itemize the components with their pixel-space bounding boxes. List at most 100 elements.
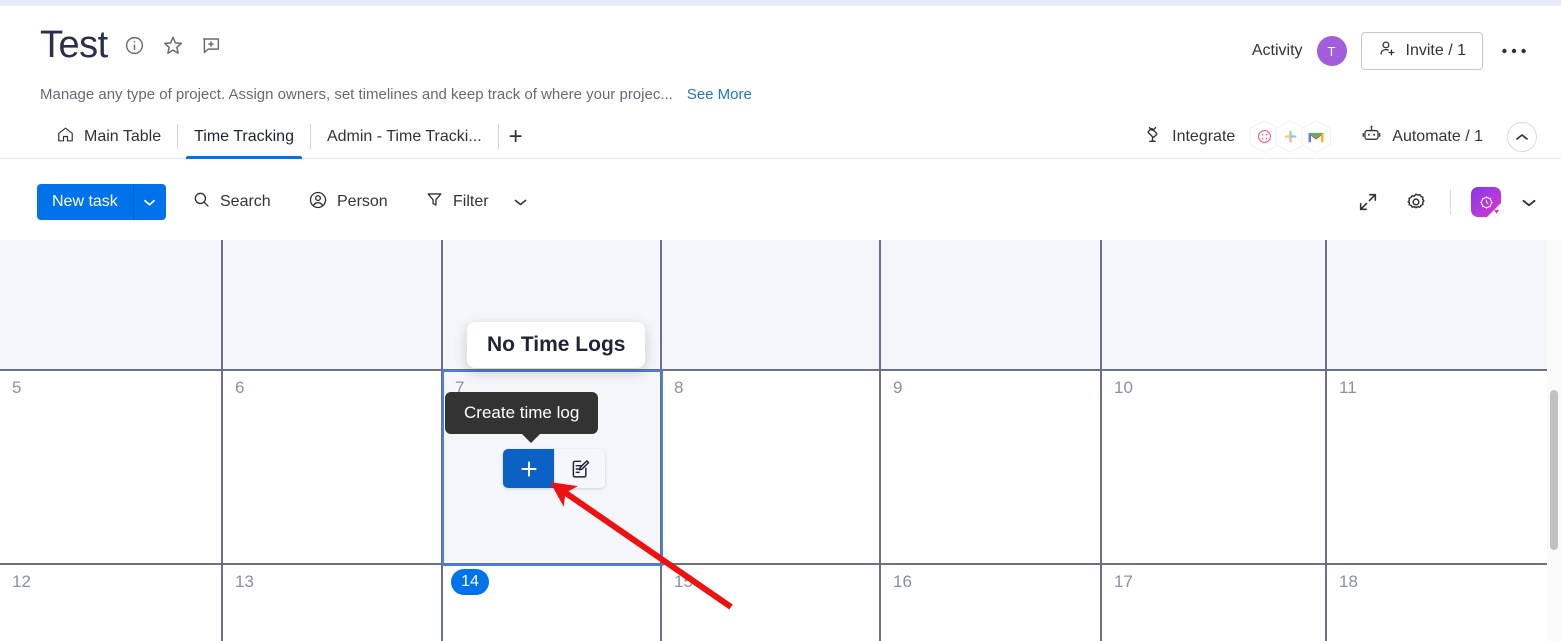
- edit-time-log-button[interactable]: [554, 449, 605, 488]
- person-icon: [308, 190, 328, 215]
- automate-button[interactable]: Automate / 1: [1361, 124, 1483, 150]
- calendar-day-number: 5: [12, 378, 22, 397]
- tab-label: Admin - Time Tracki...: [326, 127, 482, 145]
- header-actions: Activity T Invite / 1: [1252, 32, 1531, 70]
- filter-icon: [425, 190, 444, 214]
- calendar-day-number: 18: [1339, 572, 1358, 591]
- calendar-week-row: 12 13 14 15 16 17 18: [0, 565, 1547, 641]
- robot-icon: [1361, 124, 1382, 150]
- subtitle-row: Manage any type of project. Assign owner…: [40, 86, 752, 103]
- add-person-icon: [1378, 39, 1397, 63]
- add-view-button[interactable]: +: [499, 114, 533, 159]
- search-button[interactable]: Search: [192, 184, 271, 220]
- search-icon: [192, 190, 211, 214]
- calendar-cell-11[interactable]: 11: [1327, 371, 1547, 565]
- calendar-cell[interactable]: [223, 240, 443, 371]
- filter-button[interactable]: Filter: [425, 184, 489, 220]
- calendar-cell[interactable]: [881, 240, 1102, 371]
- tab-label: Time Tracking: [194, 127, 294, 145]
- calendar-day-number: 15: [674, 572, 693, 591]
- gmail-icon[interactable]: [1301, 120, 1332, 153]
- view-tabbar: Main Table Time Tracking Admin - Time Tr…: [0, 114, 1561, 159]
- board-header: Test Manage any type of project. Assign …: [0, 6, 1561, 114]
- automate-label: Automate / 1: [1392, 127, 1483, 145]
- filter-label: Filter: [453, 193, 489, 210]
- calendar-week-row: [0, 240, 1547, 371]
- info-icon[interactable]: [124, 34, 146, 56]
- calendar-cell[interactable]: [1102, 240, 1327, 371]
- calendar-cell[interactable]: [662, 240, 881, 371]
- tab-label: Main Table: [84, 127, 162, 145]
- calendar-cell-8[interactable]: 8: [662, 371, 881, 565]
- page-title: Test: [40, 24, 108, 66]
- calendar-day-number: 11: [1339, 378, 1357, 397]
- gear-icon[interactable]: [1402, 188, 1430, 216]
- calendar-day-number: 17: [1114, 572, 1133, 591]
- board-description: Manage any type of project. Assign owner…: [40, 86, 673, 103]
- no-time-logs-tooltip: No Time Logs: [467, 322, 646, 368]
- tab-main-table[interactable]: Main Table: [40, 114, 177, 159]
- calendar-day-number: 16: [893, 572, 912, 591]
- filter-chevron-down-icon[interactable]: [513, 184, 528, 220]
- avatar[interactable]: T: [1316, 36, 1347, 66]
- invite-button[interactable]: Invite / 1: [1360, 32, 1483, 70]
- tab-admin-time-tracking[interactable]: Admin - Time Tracki...: [311, 114, 498, 159]
- toolbar-right-actions: ♥: [1354, 184, 1537, 220]
- calendar-cell-10[interactable]: 10: [1102, 371, 1327, 565]
- integrate-button[interactable]: Integrate: [1142, 124, 1235, 150]
- board-toolbar: New task Search Person Filter ♥: [0, 160, 1561, 240]
- dialpad-icon[interactable]: [1249, 120, 1280, 153]
- expand-icon[interactable]: [1354, 188, 1382, 216]
- calendar-cell[interactable]: [0, 240, 223, 371]
- new-task-button[interactable]: New task: [37, 184, 166, 220]
- calendar-cell-12[interactable]: 12: [0, 565, 223, 641]
- calendar-cell-9[interactable]: 9: [881, 371, 1102, 565]
- new-task-chevron-down-icon[interactable]: [133, 184, 166, 220]
- add-comment-icon[interactable]: [200, 34, 222, 56]
- calendar-cell-16[interactable]: 16: [881, 565, 1102, 641]
- calendar-grid: 5 6 7 8 9 10 11 12 13 14 15 16 17 18: [0, 240, 1547, 641]
- calendar-week-row: 5 6 7 8 9 10 11: [0, 370, 1547, 566]
- vertical-scrollbar[interactable]: [1547, 240, 1561, 641]
- invite-button-label: Invite / 1: [1405, 42, 1466, 59]
- create-time-log-tooltip: Create time log: [445, 392, 599, 443]
- calendar-day-number: 9: [893, 378, 903, 397]
- time-log-actions: [503, 449, 605, 488]
- chevron-up-icon[interactable]: [1507, 121, 1537, 152]
- calendar-day-number: 12: [12, 572, 31, 591]
- person-button[interactable]: Person: [308, 184, 388, 220]
- calendar-day-number: 10: [1114, 378, 1133, 397]
- calendar-cell-13[interactable]: 13: [223, 565, 443, 641]
- calendar-cell-17[interactable]: 17: [1102, 565, 1327, 641]
- calendar-cell-6[interactable]: 6: [223, 371, 443, 565]
- scrollbar-thumb[interactable]: [1550, 390, 1558, 550]
- tab-time-tracking[interactable]: Time Tracking: [178, 114, 310, 159]
- activity-label[interactable]: Activity: [1252, 42, 1303, 60]
- new-task-label: New task: [37, 184, 133, 220]
- widget-chevron-down-icon[interactable]: [1521, 197, 1537, 208]
- title-row: Test: [40, 26, 222, 64]
- integrate-label: Integrate: [1172, 127, 1236, 145]
- calendar-day-number: 13: [235, 572, 254, 591]
- create-time-log-tooltip-text: Create time log: [445, 392, 599, 434]
- view-tabs: Main Table Time Tracking Admin - Time Tr…: [40, 114, 533, 159]
- add-time-log-button[interactable]: [503, 449, 554, 488]
- tabbar-actions: Integrate Automate / 1: [1142, 114, 1537, 159]
- calendar-cell-15[interactable]: 15: [662, 565, 881, 641]
- more-options-icon[interactable]: [1497, 34, 1531, 68]
- calendar-cell-14-today[interactable]: 14: [443, 565, 662, 641]
- slack-icon[interactable]: [1275, 120, 1306, 153]
- see-more-link[interactable]: See More: [687, 86, 752, 103]
- time-tracking-widget-icon[interactable]: ♥: [1471, 187, 1501, 217]
- calendar-cell-18[interactable]: 18: [1327, 565, 1547, 641]
- calendar-cell-5[interactable]: 5: [0, 371, 223, 565]
- home-icon: [56, 125, 75, 149]
- star-icon[interactable]: [162, 34, 184, 56]
- search-label: Search: [220, 193, 271, 210]
- app-root: Test Manage any type of project. Assign …: [0, 0, 1561, 641]
- calendar-cell[interactable]: [1327, 240, 1547, 371]
- edit-note-icon: [572, 459, 590, 478]
- calendar-day-number-today: 14: [451, 569, 489, 595]
- calendar-day-number: 6: [235, 378, 245, 397]
- integration-apps: [1249, 120, 1332, 153]
